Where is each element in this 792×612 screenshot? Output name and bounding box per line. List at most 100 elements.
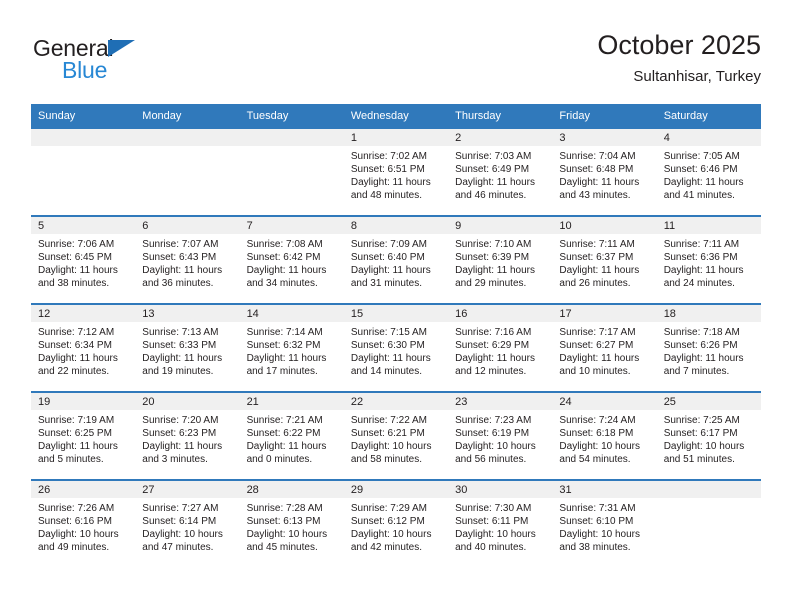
weekday-header-tuesday: Tuesday [239, 104, 344, 128]
calendar-table: Sunday Monday Tuesday Wednesday Thursday Frid… [31, 104, 761, 567]
day-cell-details: Sunrise: 7:03 AM Sunset: 6:49 PM Daylight:… [448, 146, 552, 202]
day-cell-inner: 8 Sunrise: 7:09 AM Sunset: 6:40 PM Daylight… [343, 217, 449, 303]
day-number: 5 [31, 217, 136, 234]
daylight-text-line1: Daylight: 11 hours [455, 177, 535, 189]
day-cell-inner: 16 Sunrise: 7:16 AM Sunset: 6:29 PM Dayligh… [448, 305, 553, 391]
calendar-week-row: 26 Sunrise: 7:26 AM Sunset: 6:16 PM Dayligh… [31, 479, 761, 567]
sunrise-text: Sunrise: 7:12 AM [38, 327, 115, 338]
daylight-text-line1: Daylight: 11 hours [38, 265, 118, 277]
calendar-day-cell[interactable]: 8 Sunrise: 7:09 AM Sunset: 6:40 PM Daylight… [343, 215, 449, 304]
day-cell-inner: 14 Sunrise: 7:14 AM Sunset: 6:32 PM Dayligh… [239, 305, 344, 391]
logo-text-blue: Blue [62, 57, 108, 83]
calendar-day-cell[interactable]: 27 Sunrise: 7:27 AM Sunset: 6:14 PM Dayligh… [135, 479, 240, 567]
calendar-day-cell[interactable] [31, 127, 136, 216]
calendar-day-cell[interactable]: 10 Sunrise: 7:11 AM Sunset: 6:37 PM Dayligh… [552, 215, 657, 304]
day-number: 24 [552, 393, 657, 410]
day-number: 21 [239, 393, 344, 410]
sunset-text: Sunset: 6:13 PM [246, 516, 321, 528]
day-cell-details: Sunrise: 7:25 AM Sunset: 6:17 PM Daylight:… [657, 410, 761, 466]
daylight-text-line2: and 42 minutes. [350, 542, 423, 554]
sunrise-text: Sunrise: 7:02 AM [350, 151, 427, 162]
day-cell-details: Sunrise: 7:26 AM Sunset: 6:16 PM Daylight:… [31, 498, 135, 554]
daylight-text-line2: and 24 minutes. [663, 278, 735, 290]
day-cell-inner: 17 Sunrise: 7:17 AM Sunset: 6:27 PM Dayligh… [552, 305, 657, 391]
daylight-text-line2: and 5 minutes. [38, 454, 104, 466]
calendar-day-cell[interactable]: 1 Sunrise: 7:02 AM Sunset: 6:51 PM Daylight… [343, 127, 449, 216]
day-cell-inner: 1 Sunrise: 7:02 AM Sunset: 6:51 PM Daylight… [343, 129, 449, 215]
calendar-day-cell[interactable]: 5 Sunrise: 7:06 AM Sunset: 6:45 PM Daylight… [31, 215, 136, 304]
day-cell-details: Sunrise: 7:10 AM Sunset: 6:39 PM Daylight:… [448, 234, 552, 290]
daylight-text-line2: and 14 minutes. [350, 366, 423, 378]
daylight-text-line2: and 31 minutes. [350, 278, 423, 290]
daylight-text-line2: and 54 minutes. [559, 454, 631, 466]
calendar-day-cell[interactable] [135, 127, 240, 216]
calendar-day-cell[interactable]: 20 Sunrise: 7:20 AM Sunset: 6:23 PM Dayligh… [135, 391, 240, 480]
calendar-day-cell[interactable]: 28 Sunrise: 7:28 AM Sunset: 6:13 PM Dayligh… [239, 479, 344, 567]
calendar-day-cell[interactable]: 7 Sunrise: 7:08 AM Sunset: 6:42 PM Daylight… [239, 215, 344, 304]
day-number: 28 [239, 481, 344, 498]
calendar-day-cell[interactable]: 26 Sunrise: 7:26 AM Sunset: 6:16 PM Dayligh… [31, 479, 136, 567]
calendar-day-cell[interactable]: 4 Sunrise: 7:05 AM Sunset: 6:46 PM Daylight… [656, 127, 761, 216]
daylight-text-line1: Daylight: 11 hours [350, 177, 431, 189]
sunset-text: Sunset: 6:26 PM [663, 340, 738, 352]
calendar-day-cell[interactable]: 30 Sunrise: 7:30 AM Sunset: 6:11 PM Dayligh… [448, 479, 553, 567]
calendar-day-cell[interactable] [656, 479, 761, 567]
calendar-page: General Blue October 2025 Sultanhisar, T… [0, 0, 792, 612]
day-cell-inner: 6 Sunrise: 7:07 AM Sunset: 6:43 PM Daylight… [135, 217, 240, 303]
day-cell-details: Sunrise: 7:14 AM Sunset: 6:32 PM Daylight:… [240, 322, 344, 378]
sunset-text: Sunset: 6:23 PM [142, 428, 217, 440]
calendar-day-cell[interactable]: 2 Sunrise: 7:03 AM Sunset: 6:49 PM Daylight… [448, 127, 553, 216]
daylight-text-line1: Daylight: 10 hours [38, 529, 119, 541]
sunset-text: Sunset: 6:42 PM [246, 252, 321, 264]
day-number: 30 [448, 481, 553, 498]
sunrise-text: Sunrise: 7:18 AM [663, 327, 740, 338]
sunrise-text: Sunrise: 7:08 AM [246, 239, 323, 250]
calendar-day-cell[interactable]: 25 Sunrise: 7:25 AM Sunset: 6:17 PM Dayligh… [656, 391, 761, 480]
day-cell-inner: 20 Sunrise: 7:20 AM Sunset: 6:23 PM Dayligh… [135, 393, 240, 479]
calendar-day-cell[interactable]: 19 Sunrise: 7:19 AM Sunset: 6:25 PM Dayligh… [31, 391, 136, 480]
sunrise-text: Sunrise: 7:29 AM [350, 503, 427, 514]
day-number: 17 [552, 305, 657, 322]
day-cell-inner: 5 Sunrise: 7:06 AM Sunset: 6:45 PM Daylight… [31, 217, 136, 303]
page-subtitle: Sultanhisar, Turkey [633, 68, 761, 85]
day-cell-details: Sunrise: 7:15 AM Sunset: 6:30 PM Daylight:… [344, 322, 448, 378]
calendar-day-cell[interactable]: 23 Sunrise: 7:23 AM Sunset: 6:19 PM Dayligh… [448, 391, 553, 480]
sunrise-text: Sunrise: 7:28 AM [246, 503, 323, 514]
calendar-day-cell[interactable]: 21 Sunrise: 7:21 AM Sunset: 6:22 PM Dayligh… [239, 391, 344, 480]
calendar-day-cell[interactable]: 9 Sunrise: 7:10 AM Sunset: 6:39 PM Daylight… [448, 215, 553, 304]
calendar-day-cell[interactable]: 18 Sunrise: 7:18 AM Sunset: 6:26 PM Dayligh… [656, 303, 761, 392]
day-cell-details: Sunrise: 7:12 AM Sunset: 6:34 PM Daylight:… [31, 322, 135, 378]
calendar-day-cell[interactable]: 31 Sunrise: 7:31 AM Sunset: 6:10 PM Dayligh… [552, 479, 657, 567]
calendar-day-cell[interactable]: 11 Sunrise: 7:11 AM Sunset: 6:36 PM Dayligh… [656, 215, 761, 304]
day-cell-details: Sunrise: 7:20 AM Sunset: 6:23 PM Daylight:… [135, 410, 239, 466]
daylight-text-line2: and 48 minutes. [350, 190, 423, 202]
calendar-day-cell[interactable]: 16 Sunrise: 7:16 AM Sunset: 6:29 PM Dayligh… [448, 303, 553, 392]
sunset-text: Sunset: 6:46 PM [663, 164, 738, 176]
day-cell-inner: 2 Sunrise: 7:03 AM Sunset: 6:49 PM Daylight… [448, 129, 553, 215]
daylight-text-line2: and 45 minutes. [246, 542, 318, 554]
calendar-day-cell[interactable]: 22 Sunrise: 7:22 AM Sunset: 6:21 PM Dayligh… [343, 391, 449, 480]
calendar-day-cell[interactable]: 3 Sunrise: 7:04 AM Sunset: 6:48 PM Daylight… [552, 127, 657, 216]
day-number: 25 [656, 393, 761, 410]
calendar-day-cell[interactable]: 6 Sunrise: 7:07 AM Sunset: 6:43 PM Daylight… [135, 215, 240, 304]
calendar-day-cell[interactable]: 13 Sunrise: 7:13 AM Sunset: 6:33 PM Dayligh… [135, 303, 240, 392]
day-cell-details: Sunrise: 7:06 AM Sunset: 6:45 PM Daylight:… [31, 234, 135, 290]
calendar-day-cell[interactable]: 14 Sunrise: 7:14 AM Sunset: 6:32 PM Dayligh… [239, 303, 344, 392]
daylight-text-line2: and 56 minutes. [455, 454, 527, 466]
day-number [31, 129, 136, 146]
sunset-text: Sunset: 6:11 PM [455, 516, 529, 528]
daylight-text-line2: and 29 minutes. [455, 278, 527, 290]
daylight-text-line1: Daylight: 10 hours [455, 441, 536, 453]
calendar-day-cell[interactable]: 12 Sunrise: 7:12 AM Sunset: 6:34 PM Dayligh… [31, 303, 136, 392]
sunrise-text: Sunrise: 7:07 AM [142, 239, 219, 250]
calendar-day-cell[interactable] [239, 127, 344, 216]
sunset-text: Sunset: 6:34 PM [38, 340, 112, 352]
calendar-day-cell[interactable]: 24 Sunrise: 7:24 AM Sunset: 6:18 PM Dayligh… [552, 391, 657, 480]
calendar-day-cell[interactable]: 17 Sunrise: 7:17 AM Sunset: 6:27 PM Dayligh… [552, 303, 657, 392]
daylight-text-line2: and 43 minutes. [559, 190, 631, 202]
weekday-header-friday: Friday [552, 104, 657, 128]
day-cell-details: Sunrise: 7:16 AM Sunset: 6:29 PM Daylight:… [448, 322, 552, 378]
calendar-day-cell[interactable]: 29 Sunrise: 7:29 AM Sunset: 6:12 PM Dayligh… [343, 479, 449, 567]
sunset-text: Sunset: 6:19 PM [455, 428, 530, 440]
calendar-day-cell[interactable]: 15 Sunrise: 7:15 AM Sunset: 6:30 PM Dayligh… [343, 303, 449, 392]
